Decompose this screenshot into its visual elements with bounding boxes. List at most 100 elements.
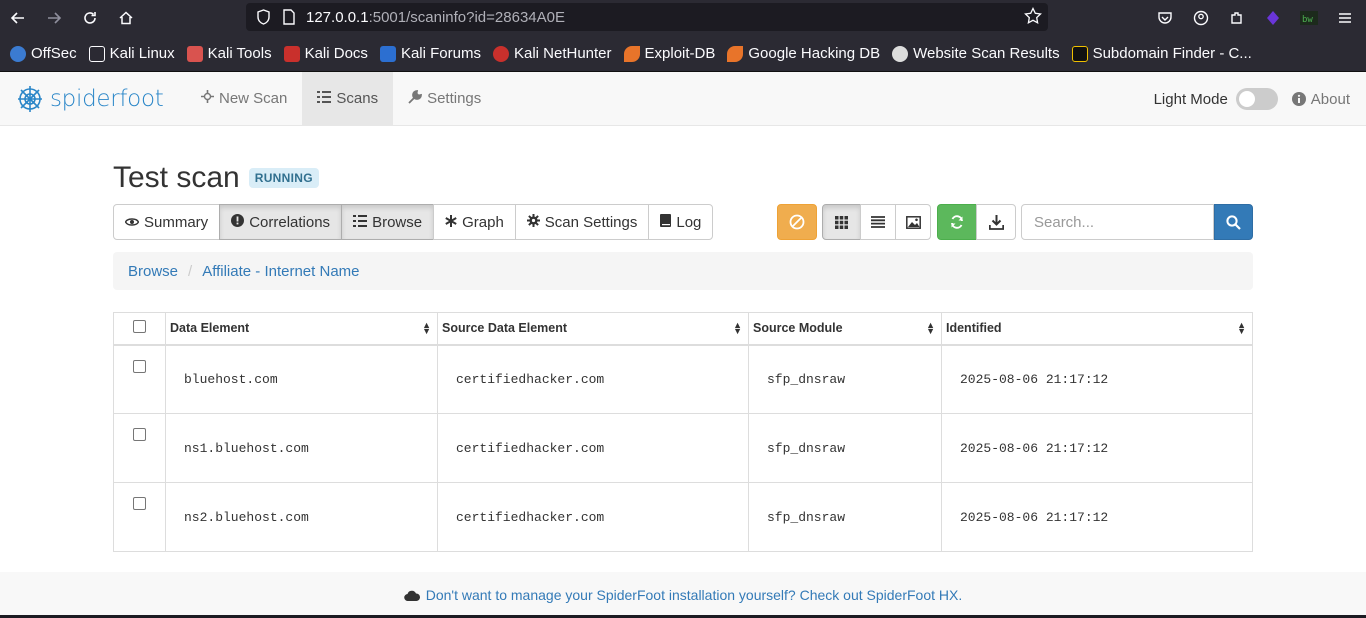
tab-graph[interactable]: Graph — [433, 204, 516, 240]
sort-icon: ▲ ▼ — [926, 320, 935, 336]
view-toggle-group — [822, 204, 931, 240]
url-bar[interactable]: 127.0.0.1:5001/scaninfo?id=28634A0E — [246, 3, 1048, 31]
cell-source-module: sfp_dnsraw — [748, 344, 942, 414]
breadcrumb-browse[interactable]: Browse — [128, 263, 178, 280]
account-icon[interactable] — [1190, 7, 1212, 29]
refresh-button[interactable] — [937, 204, 977, 240]
kali-docs-icon — [283, 45, 300, 62]
spiderfoot-hx-link[interactable]: Don't want to manage your SpiderFoot ins… — [426, 587, 963, 603]
extension-purple-icon[interactable] — [1262, 7, 1284, 29]
app-navbar: spiderfoot New Scan Scans Settings Light… — [0, 71, 1366, 126]
cell-source-module: sfp_dnsraw — [748, 413, 942, 483]
shield-icon[interactable] — [254, 8, 272, 26]
bookmarks-bar: OffSec Kali Linux Kali Tools Kali Docs K… — [0, 36, 1366, 72]
brand-logo[interactable]: spiderfoot — [16, 84, 186, 114]
row-checkbox-cell — [113, 344, 166, 414]
row-checkbox[interactable] — [133, 359, 146, 373]
list-view-button[interactable] — [860, 204, 896, 240]
bookmark-item[interactable]: Exploit-DB — [623, 45, 715, 62]
bookmark-star-icon[interactable] — [1024, 6, 1042, 29]
search-icon — [1226, 214, 1241, 230]
table-row[interactable]: ns1.bluehost.com certifiedhacker.com sfp… — [113, 413, 1253, 483]
picture-icon — [905, 215, 921, 229]
bookmark-item[interactable]: Kali Linux — [88, 45, 175, 62]
page-icon[interactable] — [280, 8, 298, 26]
table-row[interactable]: ns2.bluehost.com certifiedhacker.com sfp… — [113, 482, 1253, 552]
tab-summary[interactable]: Summary — [113, 204, 221, 240]
tab-correlations[interactable]: Correlations — [219, 204, 343, 240]
col-data-element[interactable]: Data Element ▲ ▼ — [165, 312, 438, 346]
bookmark-item[interactable]: Kali NetHunter — [492, 45, 612, 62]
about-link[interactable]: About — [1291, 91, 1350, 108]
refresh-icon — [949, 214, 965, 230]
kali-dragon-icon — [88, 45, 105, 62]
url-path: :5001/scaninfo?id=28634A0E — [368, 8, 565, 26]
asterisk-icon — [445, 214, 457, 230]
crosshair-icon — [201, 90, 214, 107]
reload-icon[interactable] — [72, 0, 108, 36]
bookmark-item[interactable]: Website Scan Results — [892, 45, 1060, 62]
main-content: Test scan RUNNING Summary Correlations B… — [113, 158, 1253, 552]
bookmark-item[interactable]: Kali Docs — [283, 45, 368, 62]
bookmark-item[interactable]: OffSec — [10, 45, 77, 62]
extensions-icon[interactable] — [1226, 7, 1248, 29]
list-icon — [317, 90, 332, 107]
bookmark-item[interactable]: Google Hacking DB — [727, 45, 880, 62]
menu-icon[interactable] — [1334, 7, 1356, 29]
row-checkbox-cell — [113, 413, 166, 483]
tab-browse[interactable]: Browse — [341, 204, 435, 240]
search-input[interactable] — [1021, 204, 1214, 240]
tab-scan-settings[interactable]: Scan Settings — [514, 204, 650, 240]
col-identified[interactable]: Identified ▲ ▼ — [941, 312, 1253, 346]
ban-icon — [789, 214, 805, 230]
download-icon — [988, 214, 1004, 230]
search-button[interactable] — [1214, 204, 1253, 240]
kali-forums-icon — [379, 45, 396, 62]
sort-icon: ▲ ▼ — [422, 320, 431, 336]
nethunter-icon — [492, 45, 509, 62]
select-all-checkbox[interactable] — [133, 320, 146, 334]
lines-icon — [871, 216, 885, 228]
svg-text:bw: bw — [1302, 15, 1313, 25]
pocket-icon[interactable] — [1154, 7, 1176, 29]
exclamation-icon — [231, 214, 245, 230]
cell-source-module: sfp_dnsraw — [748, 482, 942, 552]
table-row[interactable]: bluehost.com certifiedhacker.com sfp_dns… — [113, 344, 1253, 414]
sort-icon: ▲ ▼ — [1237, 320, 1246, 336]
home-icon[interactable] — [108, 0, 144, 36]
breadcrumb: Browse / Affiliate - Internet Name — [113, 252, 1253, 290]
tab-log[interactable]: Log — [648, 204, 714, 240]
breadcrumb-current[interactable]: Affiliate - Internet Name — [202, 263, 359, 280]
back-arrow-icon[interactable] — [0, 0, 36, 36]
row-checkbox[interactable] — [133, 497, 146, 510]
exploit-db-icon — [623, 45, 640, 62]
nav-new-scan[interactable]: New Scan — [186, 72, 302, 126]
cell-source-data-element: certifiedhacker.com — [437, 413, 749, 483]
search-group — [1021, 204, 1253, 240]
nav-scans[interactable]: Scans — [302, 71, 394, 126]
spider-logo-icon — [18, 85, 42, 112]
row-checkbox-cell — [113, 482, 166, 552]
extension-green-icon[interactable]: bw — [1298, 7, 1320, 29]
subdomain-finder-icon — [1071, 45, 1088, 62]
footer: Don't want to manage your SpiderFoot ins… — [0, 572, 1366, 618]
offsec-icon — [10, 45, 26, 62]
forward-arrow-icon[interactable] — [36, 0, 72, 36]
image-view-button[interactable] — [895, 204, 931, 240]
list-icon — [353, 214, 368, 230]
eye-icon — [124, 215, 140, 230]
bookmark-item[interactable]: Kali Forums — [379, 45, 481, 62]
nav-settings[interactable]: Settings — [393, 72, 496, 126]
col-source-module[interactable]: Source Module ▲ ▼ — [748, 312, 942, 346]
stop-scan-button[interactable] — [777, 204, 817, 240]
light-mode-toggle[interactable] — [1235, 88, 1278, 110]
bookmark-item[interactable]: Subdomain Finder - C... — [1071, 45, 1252, 62]
col-source-data-element[interactable]: Source Data Element ▲ ▼ — [437, 312, 749, 346]
bookmark-item[interactable]: Kali Tools — [186, 45, 272, 62]
sort-icon: ▲ ▼ — [733, 320, 742, 336]
download-button[interactable] — [976, 204, 1016, 240]
row-checkbox[interactable] — [133, 428, 146, 441]
grid-view-button[interactable] — [822, 204, 861, 240]
cog-icon — [526, 214, 540, 230]
website-scan-icon — [892, 45, 909, 62]
